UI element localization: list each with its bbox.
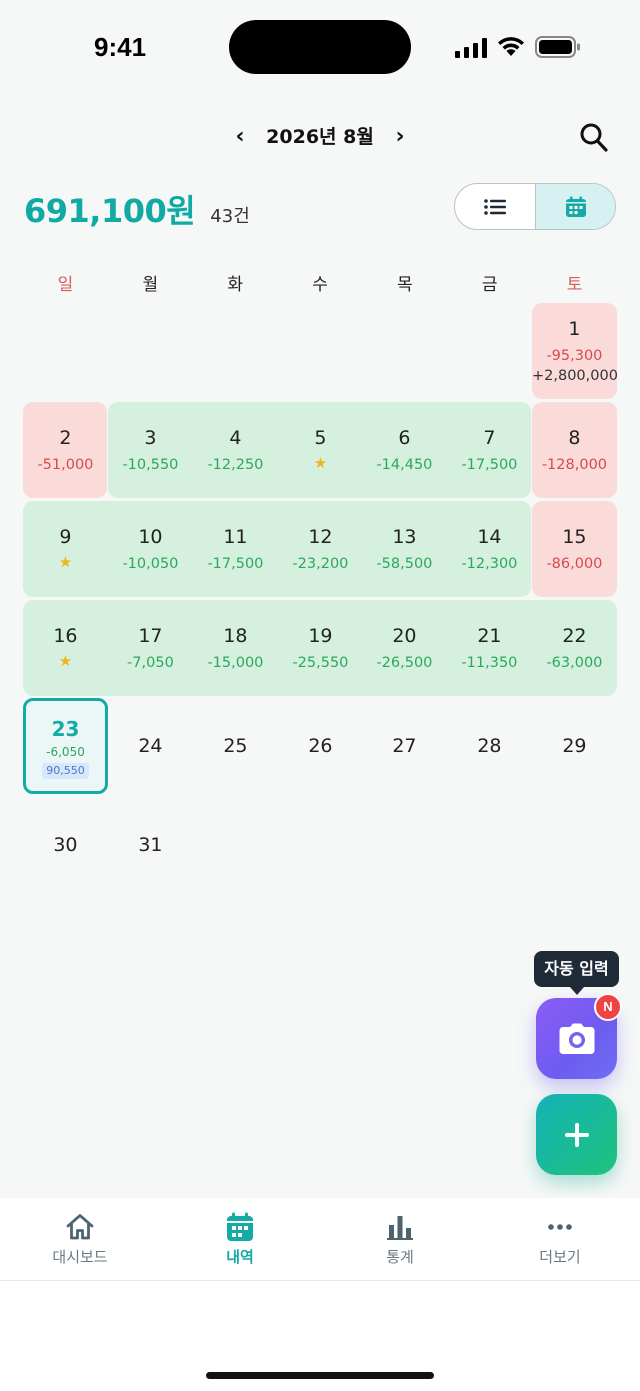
weekday-label: 목: [397, 275, 413, 295]
month-nav: ‹ 2026년 8월 ›: [0, 122, 640, 154]
calendar-view-button[interactable]: [535, 184, 615, 229]
calendar-day[interactable]: 25: [193, 710, 278, 806]
signal-icon: [455, 38, 487, 58]
calendar-day-today[interactable]: 23 -6,050 90,550: [23, 698, 108, 794]
tab-history[interactable]: 내역: [160, 1198, 320, 1281]
weekday-label: 토: [566, 275, 583, 295]
calendar-day[interactable]: 19 -25,550: [278, 600, 363, 696]
star-icon: ★: [58, 553, 73, 571]
calendar-day[interactable]: 9 ★: [23, 501, 108, 597]
tab-more[interactable]: 더보기: [480, 1198, 640, 1281]
more-icon: [548, 1224, 572, 1230]
calendar-day[interactable]: 7 -17,500: [447, 402, 532, 498]
list-icon: [484, 198, 506, 215]
calendar-day[interactable]: 27: [362, 710, 447, 806]
calendar-day[interactable]: 26: [278, 710, 363, 806]
tab-bar: 대시보드 내역 통계 더보기: [0, 1198, 640, 1281]
calendar-day[interactable]: 4 -12,250: [193, 402, 278, 498]
calendar-day[interactable]: 13 -58,500: [362, 501, 447, 597]
calendar-day[interactable]: 20 -26,500: [362, 600, 447, 696]
calendar-day[interactable]: 12 -23,200: [278, 501, 363, 597]
list-view-button[interactable]: [455, 184, 535, 229]
camera-icon: [559, 1023, 594, 1054]
plus-icon: [564, 1122, 589, 1147]
next-month-button[interactable]: ›: [388, 122, 412, 152]
bar-chart-icon: [387, 1216, 413, 1240]
calendar-day[interactable]: 10 -10,050: [108, 501, 193, 597]
wifi-icon: [498, 37, 524, 56]
calendar-day[interactable]: 30: [23, 809, 108, 905]
search-icon[interactable]: [578, 120, 610, 154]
prev-month-button[interactable]: ‹: [228, 122, 252, 152]
calendar-day[interactable]: 15 -86,000: [532, 501, 617, 597]
weekday-label: 수: [312, 275, 328, 295]
calendar-day[interactable]: 18 -15,000: [193, 600, 278, 696]
calendar-icon: [227, 1212, 253, 1241]
new-badge: N: [594, 993, 622, 1021]
transaction-count: 43건: [210, 206, 250, 227]
calendar-day[interactable]: 6 -14,450: [362, 402, 447, 498]
calendar-day[interactable]: 17 -7,050: [108, 600, 193, 696]
view-toggle: [454, 183, 616, 230]
star-icon: ★: [58, 652, 73, 670]
battery-icon: [535, 36, 580, 58]
tab-dashboard[interactable]: 대시보드: [0, 1198, 160, 1281]
calendar-day[interactable]: 16 ★: [23, 600, 108, 696]
home-icon: [66, 1214, 94, 1240]
calendar-day[interactable]: 21 -11,350: [447, 600, 532, 696]
home-indicator[interactable]: [206, 1372, 434, 1379]
star-icon: ★: [313, 454, 328, 472]
calendar-icon: [565, 196, 586, 217]
calendar-day[interactable]: 29: [532, 710, 617, 806]
calendar-day[interactable]: 14 -12,300: [447, 501, 532, 597]
month-title[interactable]: 2026년 8월: [254, 122, 386, 152]
calendar-day[interactable]: 28: [447, 710, 532, 806]
weekday-label: 금: [481, 275, 498, 295]
month-total: 691,100원: [24, 192, 196, 230]
calendar-day[interactable]: 11 -17,500: [193, 501, 278, 597]
status-time: 9:41: [94, 32, 147, 62]
add-transaction-button[interactable]: [536, 1094, 617, 1175]
weekday-label: 일: [57, 275, 74, 295]
tab-statistics[interactable]: 통계: [320, 1198, 480, 1281]
weekday-label: 월: [142, 275, 159, 295]
auto-input-tooltip: 자동 입력: [534, 951, 619, 995]
calendar-day[interactable]: 3 -10,550: [108, 402, 193, 498]
calendar-day[interactable]: 5 ★: [278, 402, 363, 498]
dynamic-island: [229, 20, 411, 74]
calendar-day[interactable]: 22 -63,000: [532, 600, 617, 696]
calendar-day[interactable]: 8 -128,000: [532, 402, 617, 498]
weekday-label: 화: [227, 275, 243, 295]
calendar-day[interactable]: 31: [108, 809, 193, 905]
calendar-day[interactable]: 1 -95,300 +2,800,000: [532, 303, 618, 399]
calendar-day[interactable]: 2 -51,000: [23, 402, 108, 498]
month-summary: 691,100원 43건: [24, 186, 250, 230]
balance-badge: 90,550: [42, 763, 89, 779]
weekday-header: 일 월 화 수 목 금 토: [23, 270, 617, 298]
status-bar: 9:41: [0, 0, 640, 96]
calendar-day[interactable]: 24: [108, 710, 193, 806]
